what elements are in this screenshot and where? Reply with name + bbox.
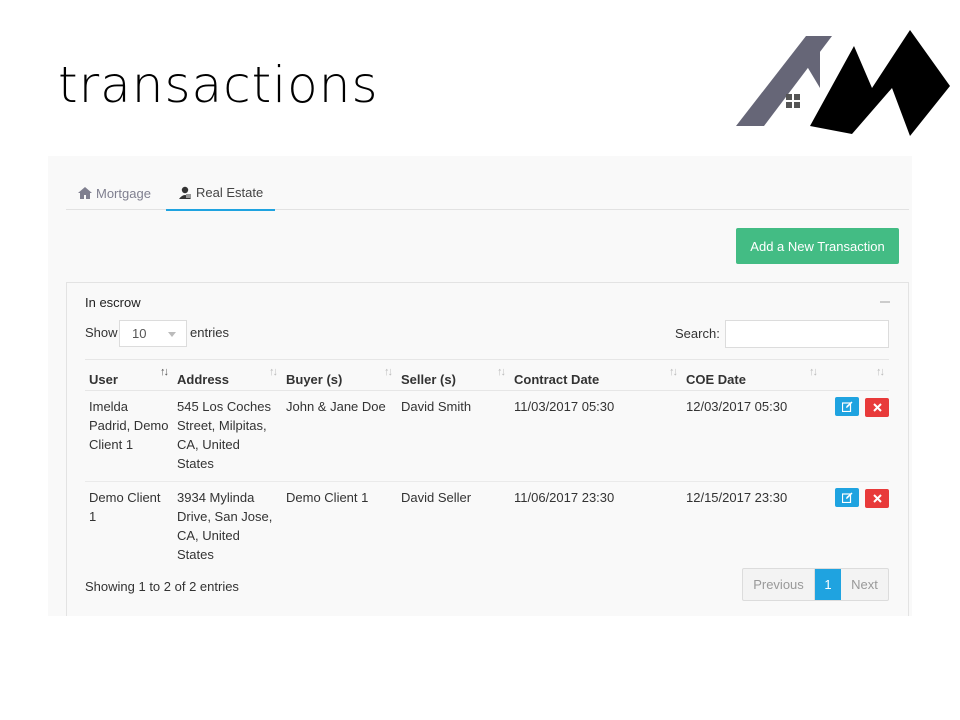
sort-icon: ↑↓ — [160, 366, 169, 378]
previous-page-button[interactable]: Previous — [743, 569, 815, 600]
table-row: Demo Client 1 3934 Mylinda Drive, San Jo… — [85, 482, 889, 573]
in-escrow-box: In escrow Show 10 entries Search: User ↑↓… — [66, 282, 909, 616]
page-title: transactions — [58, 56, 379, 114]
tab-bar: Mortgage Real Estate — [66, 176, 909, 211]
cell-actions — [822, 482, 889, 573]
column-header-address[interactable]: Address ↑↓ — [173, 359, 282, 391]
transactions-table: User ↑↓ Address ↑↓ Buyer (s) ↑↓ Seller (s) ↑… — [85, 359, 889, 572]
column-header-buyer[interactable]: Buyer (s) ↑↓ — [282, 359, 397, 391]
cell-seller: David Smith — [397, 390, 510, 482]
search-input[interactable] — [725, 320, 889, 348]
search-label: Search: — [675, 326, 720, 341]
column-header-coe-date[interactable]: COE Date ↑↓ — [682, 359, 822, 391]
entries-length-value: 10 — [132, 326, 147, 341]
column-header-label: Address — [177, 371, 230, 387]
cell-address: 545 Los Coches Street, Milpitas, CA, Uni… — [173, 390, 282, 482]
close-icon — [872, 494, 882, 503]
cell-coe-date: 12/03/2017 05:30 — [682, 390, 822, 482]
cell-seller: David Seller — [401, 490, 472, 505]
entries-label: entries — [190, 325, 230, 340]
cell-user: Demo Client 1 — [89, 490, 161, 524]
edit-button[interactable] — [835, 488, 860, 507]
add-transaction-button[interactable]: Add a New Transaction — [736, 228, 899, 264]
chevron-down-icon — [168, 332, 176, 337]
transactions-panel: Mortgage Real Estate Add a New Transacti… — [48, 156, 912, 616]
table-header-row: User ↑↓ Address ↑↓ Buyer (s) ↑↓ Seller (s) ↑… — [85, 359, 889, 391]
entries-length-select[interactable]: 10 — [119, 320, 187, 347]
column-header-label: COE Date — [686, 371, 746, 387]
show-label: Show — [85, 325, 118, 340]
cell-address: 3934 Mylinda Drive, San Jose, CA, United… — [177, 490, 273, 562]
tab-mortgage[interactable]: Mortgage — [78, 176, 151, 210]
column-header-actions[interactable]: ↑↓ — [822, 359, 889, 391]
sort-icon: ↑↓ — [876, 366, 885, 378]
sort-icon: ↑↓ — [809, 366, 818, 378]
column-header-contract-date[interactable]: Contract Date ↑↓ — [510, 359, 682, 391]
collapse-icon[interactable] — [880, 301, 890, 303]
pagination: Previous 1 Next — [742, 568, 889, 601]
cell-actions — [822, 390, 889, 482]
box-title: In escrow — [85, 295, 141, 310]
tab-real-estate[interactable]: Real Estate — [166, 176, 276, 211]
sort-icon: ↑↓ — [384, 366, 393, 378]
tab-real-estate-label: Real Estate — [196, 185, 264, 200]
table-row: Imelda Padrid, Demo Client 1 545 Los Coc… — [85, 390, 889, 482]
cell-user: Imelda Padrid, Demo Client 1 — [85, 390, 173, 482]
column-header-user[interactable]: User ↑↓ — [85, 359, 173, 391]
sort-icon: ↑↓ — [269, 366, 278, 378]
column-header-seller[interactable]: Seller (s) ↑↓ — [397, 359, 510, 391]
cell-contract-date: 11/06/2017 23:30 — [514, 490, 615, 505]
delete-button[interactable] — [865, 489, 889, 508]
tab-mortgage-label: Mortgage — [96, 185, 151, 201]
close-icon — [872, 403, 882, 412]
delete-button[interactable] — [865, 398, 889, 417]
cell-buyer: Demo Client 1 — [286, 490, 369, 505]
column-header-label: Contract Date — [514, 371, 600, 387]
edit-button[interactable] — [835, 397, 860, 416]
cell-buyer: John & Jane Doe — [282, 390, 397, 482]
sort-icon: ↑↓ — [497, 366, 506, 378]
cell-coe-date: 12/15/2017 23:30 — [686, 490, 788, 505]
column-header-label: User — [89, 371, 118, 387]
company-logo — [736, 30, 950, 136]
agent-icon — [178, 186, 192, 199]
cell-contract-date: 11/03/2017 05:30 — [510, 390, 682, 482]
edit-icon — [841, 401, 853, 412]
edit-icon — [841, 492, 853, 503]
home-icon — [78, 187, 92, 199]
page-1-button[interactable]: 1 — [815, 569, 841, 600]
column-header-label: Buyer (s) — [286, 371, 343, 387]
column-header-label: Seller (s) — [401, 371, 456, 387]
table-info: Showing 1 to 2 of 2 entries — [85, 579, 239, 594]
sort-icon: ↑↓ — [669, 366, 678, 378]
next-page-button[interactable]: Next — [841, 569, 888, 600]
